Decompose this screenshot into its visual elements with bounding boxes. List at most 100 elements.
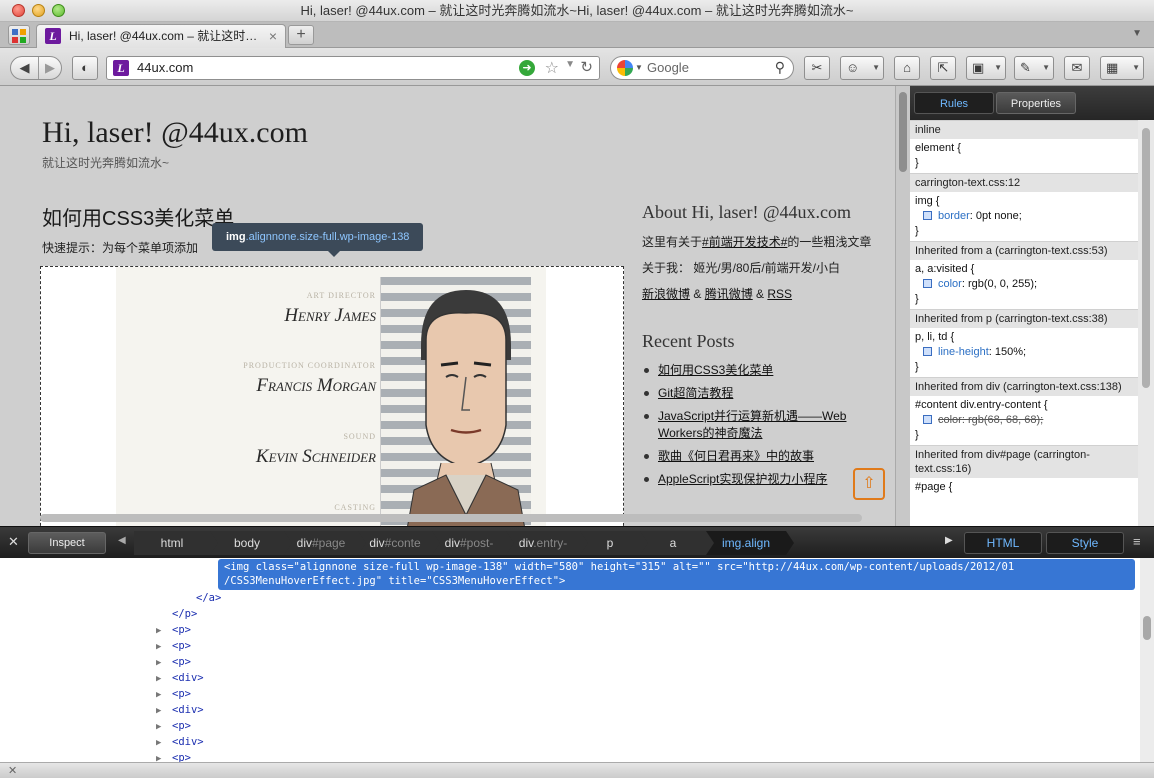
forward-button[interactable]: ▶ [39,57,61,79]
credit-role: Sound [343,432,376,441]
tab-label: Hi, laser! @44ux.com – 就让这时… [69,29,258,43]
site-title[interactable]: Hi, laser! @44ux.com [42,116,308,150]
style-mode-button[interactable]: Style [1046,532,1124,554]
post-title[interactable]: 如何用CSS3美化菜单 [42,202,234,231]
property-checkbox[interactable] [923,347,932,356]
inspect-cursor-icon[interactable]: ⇱ [930,56,956,80]
expand-triangle-icon[interactable]: ▶ [156,706,161,716]
search-icon[interactable]: ⚲ [775,59,785,76]
tools-icon[interactable]: ✎ ▼ [1014,56,1054,80]
tab-close-icon[interactable]: × [269,25,277,47]
breadcrumb-item-active[interactable]: img.align [706,531,794,555]
tree-node[interactable]: <p> [172,638,191,654]
tab-overview-button[interactable] [8,25,30,45]
go-arrow-icon[interactable]: ➜ [519,60,535,76]
property-checkbox[interactable] [923,211,932,220]
url-text[interactable]: 44ux.com [137,57,193,79]
rule-origin: Inherited from p (carrington-text.css:38… [910,309,1138,328]
addons-grid-icon[interactable]: ▦ ▼ [1100,56,1144,80]
bookmark-star-icon[interactable]: ☆ [545,58,559,78]
inspector-menu-icon[interactable]: ≡ [1133,534,1141,549]
history-dropdown-icon[interactable]: ▼ [565,59,575,70]
tab-rules[interactable]: Rules [914,92,994,114]
html-mode-button[interactable]: HTML [964,532,1042,554]
breadcrumb-scroll-left-icon[interactable]: ◀ [118,535,126,546]
breadcrumb-item[interactable]: div#post- [432,531,514,555]
window-close-button[interactable] [12,4,25,17]
back-to-top-icon[interactable]: ⇧ [853,468,885,500]
highlighted-post-image[interactable]: Art Director Henry James Production Coor… [40,266,624,526]
credits-image: Art Director Henry James Production Coor… [116,267,546,526]
inspector-bottom-bar: ✕ [0,762,1154,778]
weibo-link[interactable]: 新浪微博 [642,287,690,301]
property-checkbox[interactable] [923,279,932,288]
expand-triangle-icon[interactable]: ▶ [156,738,161,748]
tab-properties[interactable]: Properties [996,92,1076,114]
property-checkbox[interactable] [923,415,932,424]
tencent-weibo-link[interactable]: 腾讯微博 [705,287,753,301]
tree-node[interactable]: <div> [172,734,204,750]
recent-post-link[interactable]: Git超简洁教程 [642,385,892,402]
search-bar[interactable]: ▼ Google ⚲ [610,56,794,80]
window-minimize-button[interactable] [32,4,45,17]
close-inspector-icon[interactable]: ✕ [8,534,19,550]
rss-link[interactable]: RSS [767,287,792,301]
engine-dropdown-icon[interactable]: ▼ [635,57,643,79]
breadcrumb-scroll-right-icon[interactable]: ▶ [945,535,953,546]
social-links: 新浪微博 & 腾讯微博 & RSS [642,287,793,301]
reload-icon[interactable]: ↻ [580,58,593,76]
page-horizontal-scrollbar[interactable] [40,514,862,522]
new-tab-button[interactable]: + [288,25,314,45]
breadcrumb-item[interactable]: div.entry- [506,531,588,555]
breadcrumb-item[interactable]: div#conte [358,531,440,555]
tree-node[interactable]: <div> [172,670,204,686]
tree-node[interactable]: <p> [172,750,191,762]
tree-scrollbar[interactable] [1140,558,1154,762]
addon-smiley-icon[interactable]: ☺ ▼ [840,56,884,80]
tree-node[interactable]: </a> [196,590,221,606]
back-button[interactable]: ◀ [11,57,39,79]
rule-block: img { border: 0pt none; } [915,195,1022,237]
recent-post-link[interactable]: JavaScript并行运算新机遇——Web Workers的神奇魔法 [642,408,892,442]
url-bar[interactable]: L 44ux.com ➜ ☆ ▼ ↻ [106,56,600,80]
expand-triangle-icon[interactable]: ▶ [156,658,161,668]
inspect-button[interactable]: Inspect [28,532,106,554]
tab-list-chevron-icon[interactable]: ▼ [1132,28,1142,39]
google-engine-icon[interactable] [617,60,633,76]
expand-triangle-icon[interactable]: ▶ [156,722,161,732]
search-input[interactable]: Google [647,57,689,79]
expand-triangle-icon[interactable]: ▶ [156,690,161,700]
scissors-icon[interactable]: ✂ [804,56,830,80]
tree-node[interactable]: <p> [172,654,191,670]
expand-triangle-icon[interactable]: ▶ [156,754,161,762]
recent-post-link[interactable]: 如何用CSS3美化菜单 [642,362,892,379]
tree-node[interactable]: <div> [172,702,204,718]
tree-node[interactable]: <p> [172,718,191,734]
breadcrumb-item[interactable]: body [210,531,292,555]
frontend-tag-link[interactable]: #前端开发技术# [702,235,787,249]
tab-active[interactable]: L Hi, laser! @44ux.com – 就让这时… × [36,24,286,48]
expand-triangle-icon[interactable]: ▶ [156,674,161,684]
tree-node[interactable]: <p> [172,622,191,638]
tree-node[interactable]: </p> [172,606,197,622]
breadcrumb-item[interactable]: html [134,531,218,555]
bookmarks-icon[interactable]: ▣ ▼ [966,56,1006,80]
rules-scrollbar[interactable] [1138,120,1154,526]
expand-triangle-icon[interactable]: ▶ [156,626,161,636]
page-vertical-scrollbar[interactable] [896,86,910,526]
window-zoom-button[interactable] [52,4,65,17]
home-site-icon[interactable]: ◐ [72,56,98,80]
navigation-toolbar: ◀ ▶ ◐ L 44ux.com ➜ ☆ ▼ ↻ ▼ Google ⚲ ✂ ☺ ▼… [0,48,1154,86]
mail-icon[interactable]: ✉ [1064,56,1090,80]
breadcrumb-item[interactable]: a [640,531,714,555]
about-heading: About Hi, laser! @44ux.com [642,202,852,222]
home-icon[interactable]: ⌂ [894,56,920,80]
breadcrumb-item[interactable]: p [580,531,648,555]
selected-node[interactable]: <img class="alignnone size-full wp-image… [218,559,1135,590]
expand-triangle-icon[interactable]: ▶ [156,642,161,652]
recent-post-link[interactable]: 歌曲《何日君再来》中的故事 [642,448,892,465]
window-titlebar: Hi, laser! @44ux.com – 就让这时光奔腾如流水~Hi, la… [0,0,1154,22]
breadcrumb-item[interactable]: div#page [284,531,366,555]
close-icon[interactable]: ✕ [8,764,17,777]
tree-node[interactable]: <p> [172,686,191,702]
